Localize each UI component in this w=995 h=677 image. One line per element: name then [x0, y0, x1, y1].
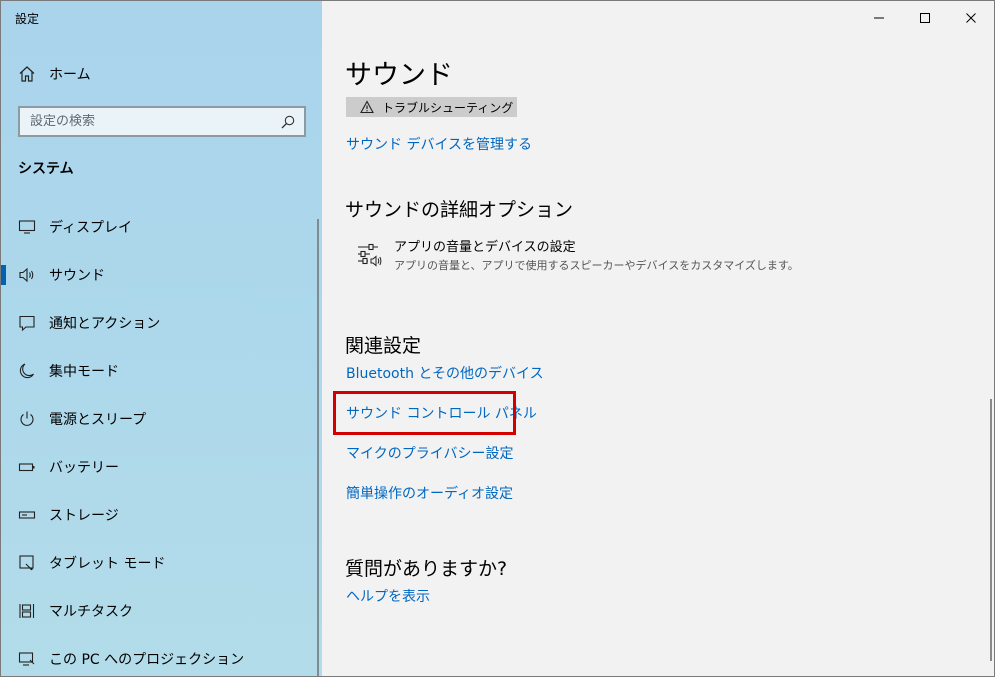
mixer-sliders-icon	[356, 242, 382, 268]
search-icon[interactable]	[280, 114, 296, 130]
tablet-icon	[18, 554, 36, 572]
troubleshoot-label: トラブルシューティング	[382, 100, 514, 115]
sidebar-item-display[interactable]: ディスプレイ	[1, 203, 322, 251]
battery-icon	[18, 458, 36, 476]
main-content: サウンド トラブルシューティング サウンド デバイスを管理する サウンドの詳細オ…	[322, 1, 994, 676]
troubleshoot-button[interactable]: トラブルシューティング	[346, 97, 517, 117]
sidebar-item-notifications[interactable]: 通知とアクション	[1, 299, 322, 347]
sidebar-item-label: バッテリー	[49, 460, 119, 476]
window-title: 設定	[15, 12, 40, 26]
warning-icon	[360, 100, 374, 114]
display-icon	[18, 218, 36, 236]
minimize-icon	[874, 17, 884, 19]
sidebar-item-label: 通知とアクション	[49, 316, 161, 332]
sidebar-item-power-sleep[interactable]: 電源とスリープ	[1, 395, 322, 443]
sidebar-section-title: システム	[18, 161, 74, 177]
maximize-button[interactable]	[902, 1, 948, 35]
settings-window: 設定 ホーム システム ディスプレイ サウンド	[0, 0, 995, 677]
search-input[interactable]	[30, 114, 280, 129]
highlight-box	[333, 391, 516, 435]
minimize-button[interactable]	[856, 1, 902, 35]
close-icon	[966, 13, 976, 23]
maximize-icon	[920, 13, 930, 23]
sidebar-item-label: サウンド	[49, 268, 105, 284]
app-volume-title: アプリの音量とデバイスの設定	[394, 240, 576, 255]
get-help-link[interactable]: ヘルプを表示	[346, 586, 430, 606]
sidebar-item-storage[interactable]: ストレージ	[1, 491, 322, 539]
speaker-icon	[18, 266, 36, 284]
sidebar-item-label: ストレージ	[49, 508, 119, 524]
sidebar-nav: ディスプレイ サウンド 通知とアクション 集中モード 電源とスリープ バッテリー	[1, 203, 322, 676]
app-volume-description: アプリの音量と、アプリで使用するスピーカーやデバイスをカスタマイズします。	[394, 259, 799, 272]
sidebar-item-label: 電源とスリープ	[49, 412, 147, 428]
sidebar-item-battery[interactable]: バッテリー	[1, 443, 322, 491]
sidebar-home[interactable]: ホーム	[17, 63, 91, 85]
manage-sound-devices-link[interactable]: サウンド デバイスを管理する	[346, 134, 532, 154]
advanced-options-heading: サウンドの詳細オプション	[345, 199, 574, 221]
power-icon	[18, 410, 36, 428]
sidebar-scrollbar[interactable]	[317, 219, 319, 676]
sidebar-item-label: タブレット モード	[49, 556, 166, 572]
sidebar-item-label: ディスプレイ	[49, 220, 133, 236]
sidebar-item-focus-assist[interactable]: 集中モード	[1, 347, 322, 395]
home-label: ホーム	[49, 67, 91, 83]
window-controls	[856, 1, 994, 35]
sidebar-item-label: 集中モード	[49, 364, 119, 380]
search-box[interactable]	[18, 106, 306, 137]
sidebar-item-multitasking[interactable]: マルチタスク	[1, 587, 322, 635]
sidebar-item-label: マルチタスク	[49, 604, 133, 620]
notification-icon	[18, 314, 36, 332]
close-button[interactable]	[948, 1, 994, 35]
sidebar-item-tablet-mode[interactable]: タブレット モード	[1, 539, 322, 587]
projection-icon	[18, 650, 36, 668]
page-title: サウンド	[345, 60, 453, 91]
bluetooth-devices-link[interactable]: Bluetooth とその他のデバイス	[346, 363, 544, 383]
content-scrollbar[interactable]	[990, 399, 992, 661]
related-settings-heading: 関連設定	[345, 335, 422, 357]
moon-icon	[18, 362, 36, 380]
sidebar-item-projection[interactable]: この PC へのプロジェクション	[1, 635, 322, 676]
mic-privacy-link[interactable]: マイクのプライバシー設定	[346, 443, 513, 463]
app-volume-settings-item[interactable]: アプリの音量とデバイスの設定 アプリの音量と、アプリで使用するスピーカーやデバイ…	[356, 239, 799, 275]
sidebar-item-label: この PC へのプロジェクション	[49, 652, 245, 668]
home-icon	[17, 64, 37, 84]
sidebar-item-sound[interactable]: サウンド	[1, 251, 322, 299]
storage-icon	[18, 506, 36, 524]
questions-heading: 質問がありますか?	[345, 558, 508, 580]
sidebar: 設定 ホーム システム ディスプレイ サウンド	[1, 1, 322, 676]
multitask-icon	[18, 602, 36, 620]
ease-of-access-audio-link[interactable]: 簡単操作のオーディオ設定	[346, 483, 513, 503]
